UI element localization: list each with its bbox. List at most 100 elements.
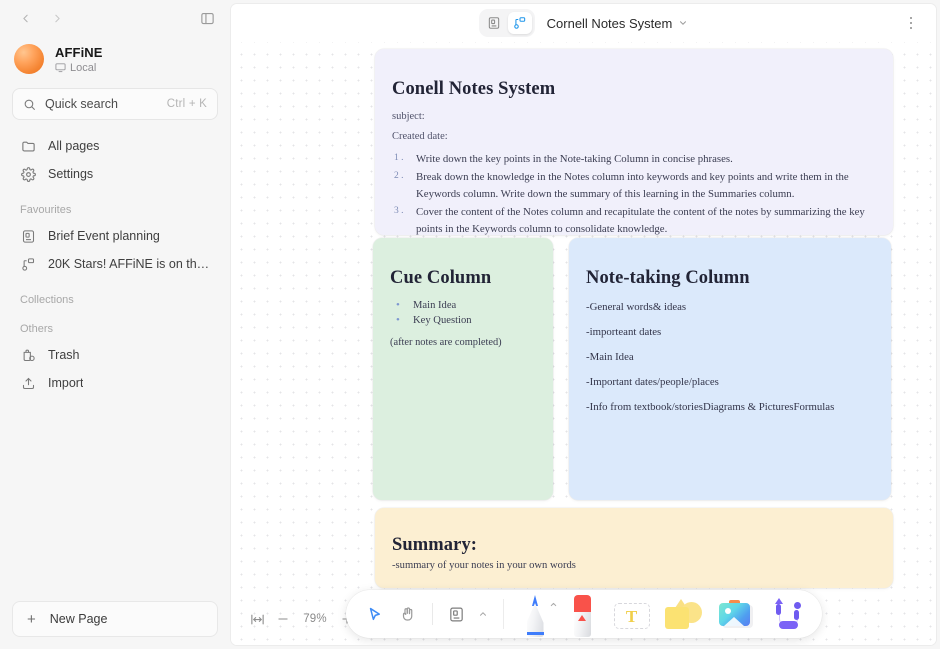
toolbar-separator bbox=[502, 599, 504, 629]
sidebar-topbar bbox=[0, 2, 230, 34]
sidebar-item-brief-event-planning[interactable]: Brief Event planning bbox=[12, 222, 218, 250]
main-area: Cornell Notes System Conell Notes System… bbox=[230, 3, 937, 646]
edgeless-canvas[interactable]: Conell Notes System subject: Created dat… bbox=[231, 42, 936, 645]
cue-column-bullet: Main Idea bbox=[390, 299, 536, 311]
shape-tool-glyph bbox=[664, 599, 704, 631]
workspace-sub-label: Local bbox=[70, 61, 97, 74]
forward-button[interactable] bbox=[44, 5, 70, 31]
eraser-glyph bbox=[573, 595, 591, 637]
sidebar-item-import[interactable]: Import bbox=[12, 369, 218, 397]
document-header: Cornell Notes System bbox=[231, 4, 936, 42]
eraser-tool-icon[interactable] bbox=[559, 590, 606, 638]
image-sun bbox=[724, 608, 731, 614]
more-vertical-icon[interactable] bbox=[898, 10, 924, 36]
note-taking-column-content: Note-taking Column -General words& ideas… bbox=[569, 238, 891, 439]
sidebar-item-label: Import bbox=[48, 376, 84, 390]
mode-switch bbox=[478, 9, 535, 37]
page-title[interactable]: Cornell Notes System bbox=[547, 16, 689, 31]
toolbar-note-group bbox=[442, 597, 491, 631]
zoom-level[interactable]: 79% bbox=[297, 613, 333, 625]
image-tool-icon[interactable] bbox=[710, 590, 762, 638]
import-icon bbox=[20, 375, 37, 392]
sidebar-item-settings[interactable]: Settings bbox=[12, 160, 218, 188]
cue-column-footnote: (after notes are completed) bbox=[390, 337, 502, 348]
fit-to-screen-icon[interactable] bbox=[245, 607, 269, 631]
cue-column-bullet: Key Question bbox=[390, 314, 536, 326]
note-card-subject: subject: bbox=[392, 111, 425, 122]
text-tool-glyph: T bbox=[613, 603, 650, 629]
sidebar-section-others: Others bbox=[20, 323, 54, 335]
zoom-bar: 79% bbox=[245, 607, 359, 631]
sidebar-footer: + New Page bbox=[0, 601, 230, 649]
sidebar-item-label: 20K Stars! AFFiNE is on the way t... bbox=[48, 257, 210, 271]
avatar bbox=[14, 44, 44, 74]
pen-tool-icon[interactable] bbox=[512, 590, 559, 638]
page-icon bbox=[20, 228, 37, 245]
note-card-note-taking-column[interactable]: Note-taking Column -General words& ideas… bbox=[569, 238, 891, 500]
note-card-steps: Write down the key points in the Note-ta… bbox=[392, 151, 876, 235]
note-tool-icon[interactable] bbox=[442, 597, 472, 631]
sidebar-item-label: Brief Event planning bbox=[48, 229, 160, 243]
eraser-top bbox=[573, 595, 591, 612]
note-taking-line: -importeant dates bbox=[586, 326, 662, 339]
note-taking-line: -Info from textbook/storiesDiagrams & Pi… bbox=[586, 401, 835, 414]
sidebar-item-label: Trash bbox=[48, 348, 80, 362]
edgeless-toolbar: T bbox=[345, 590, 822, 638]
note-taking-line: -Main Idea bbox=[586, 351, 634, 364]
image-tool-glyph bbox=[718, 600, 754, 629]
sidebar-section-favourites: Favourites bbox=[20, 204, 72, 216]
summary-title: Summary: bbox=[392, 535, 478, 555]
sidebar-item-20k-stars[interactable]: 20K Stars! AFFiNE is on the way t... bbox=[12, 250, 218, 278]
hand-pan-icon[interactable] bbox=[393, 597, 423, 631]
chevron-down-icon[interactable] bbox=[678, 18, 688, 28]
summary-line: -summary of your notes in your own words bbox=[392, 560, 576, 571]
shape-square bbox=[664, 607, 689, 629]
new-page-button[interactable]: + New Page bbox=[12, 601, 218, 637]
note-card-header[interactable]: Conell Notes System subject: Created dat… bbox=[375, 49, 893, 235]
image-mountain bbox=[723, 617, 744, 626]
text-tool-icon[interactable]: T bbox=[606, 590, 658, 638]
connector-tool-icon[interactable] bbox=[762, 590, 814, 638]
edgeless-mode-icon[interactable] bbox=[507, 12, 532, 34]
gear-icon bbox=[20, 166, 37, 183]
page-mode-icon[interactable] bbox=[482, 12, 506, 34]
monitor-icon bbox=[55, 63, 66, 73]
toolbar-nav-group bbox=[360, 597, 423, 631]
doc-title-text: Cornell Notes System bbox=[546, 15, 673, 31]
sidebar-item-trash[interactable]: Trash bbox=[12, 341, 218, 369]
connector-tool-glyph bbox=[770, 598, 806, 632]
cursor-select-icon[interactable] bbox=[360, 597, 390, 631]
app-root: AFFiNE Local Quick search Ctrl + K All p… bbox=[0, 0, 940, 649]
workspace-sync-status: Local bbox=[55, 62, 103, 74]
sidebar-item-all-pages[interactable]: All pages bbox=[12, 132, 218, 160]
note-card-summary[interactable]: Summary: -summary of your notes in your … bbox=[375, 508, 893, 588]
shape-tool-icon[interactable] bbox=[658, 590, 710, 638]
cue-column-title: Cue Column bbox=[390, 268, 492, 288]
note-card-step: Write down the key points in the Note-ta… bbox=[394, 151, 733, 166]
pen-chevron-up-icon[interactable] bbox=[549, 600, 558, 609]
back-button[interactable] bbox=[12, 5, 38, 31]
pen-band bbox=[526, 632, 544, 635]
cue-column-bullets: Main Idea Key Question bbox=[390, 299, 536, 326]
sidebar-toggle-icon[interactable] bbox=[194, 5, 220, 31]
note-taking-line: -General words& ideas bbox=[586, 301, 687, 313]
note-tool-chevron-up-icon[interactable] bbox=[475, 597, 491, 631]
header-right-group bbox=[898, 10, 924, 36]
zoom-out-button[interactable] bbox=[271, 607, 295, 631]
trash-icon bbox=[20, 347, 37, 364]
note-card-cue-column[interactable]: Cue Column Main Idea Key Question (after… bbox=[373, 238, 553, 500]
note-card-step: Cover the content of the Notes column an… bbox=[394, 204, 865, 235]
note-card-created-date: Created date: bbox=[392, 131, 448, 142]
sidebar: AFFiNE Local Quick search Ctrl + K All p… bbox=[0, 0, 230, 649]
note-taking-line: -Important dates/people/places bbox=[586, 376, 719, 389]
workspace-text: AFFiNE Local bbox=[55, 45, 103, 74]
search-input[interactable]: Quick search Ctrl + K bbox=[12, 88, 218, 120]
connector-pill bbox=[778, 621, 798, 629]
image-front-card bbox=[718, 603, 750, 626]
workspace-selector[interactable]: AFFiNE Local bbox=[0, 36, 230, 80]
sidebar-item-label: Settings bbox=[48, 167, 94, 181]
sidebar-item-label: All pages bbox=[48, 139, 100, 153]
plus-icon: + bbox=[27, 610, 36, 628]
workspace-name: AFFiNE bbox=[55, 44, 103, 60]
connector-right-node bbox=[794, 610, 799, 620]
